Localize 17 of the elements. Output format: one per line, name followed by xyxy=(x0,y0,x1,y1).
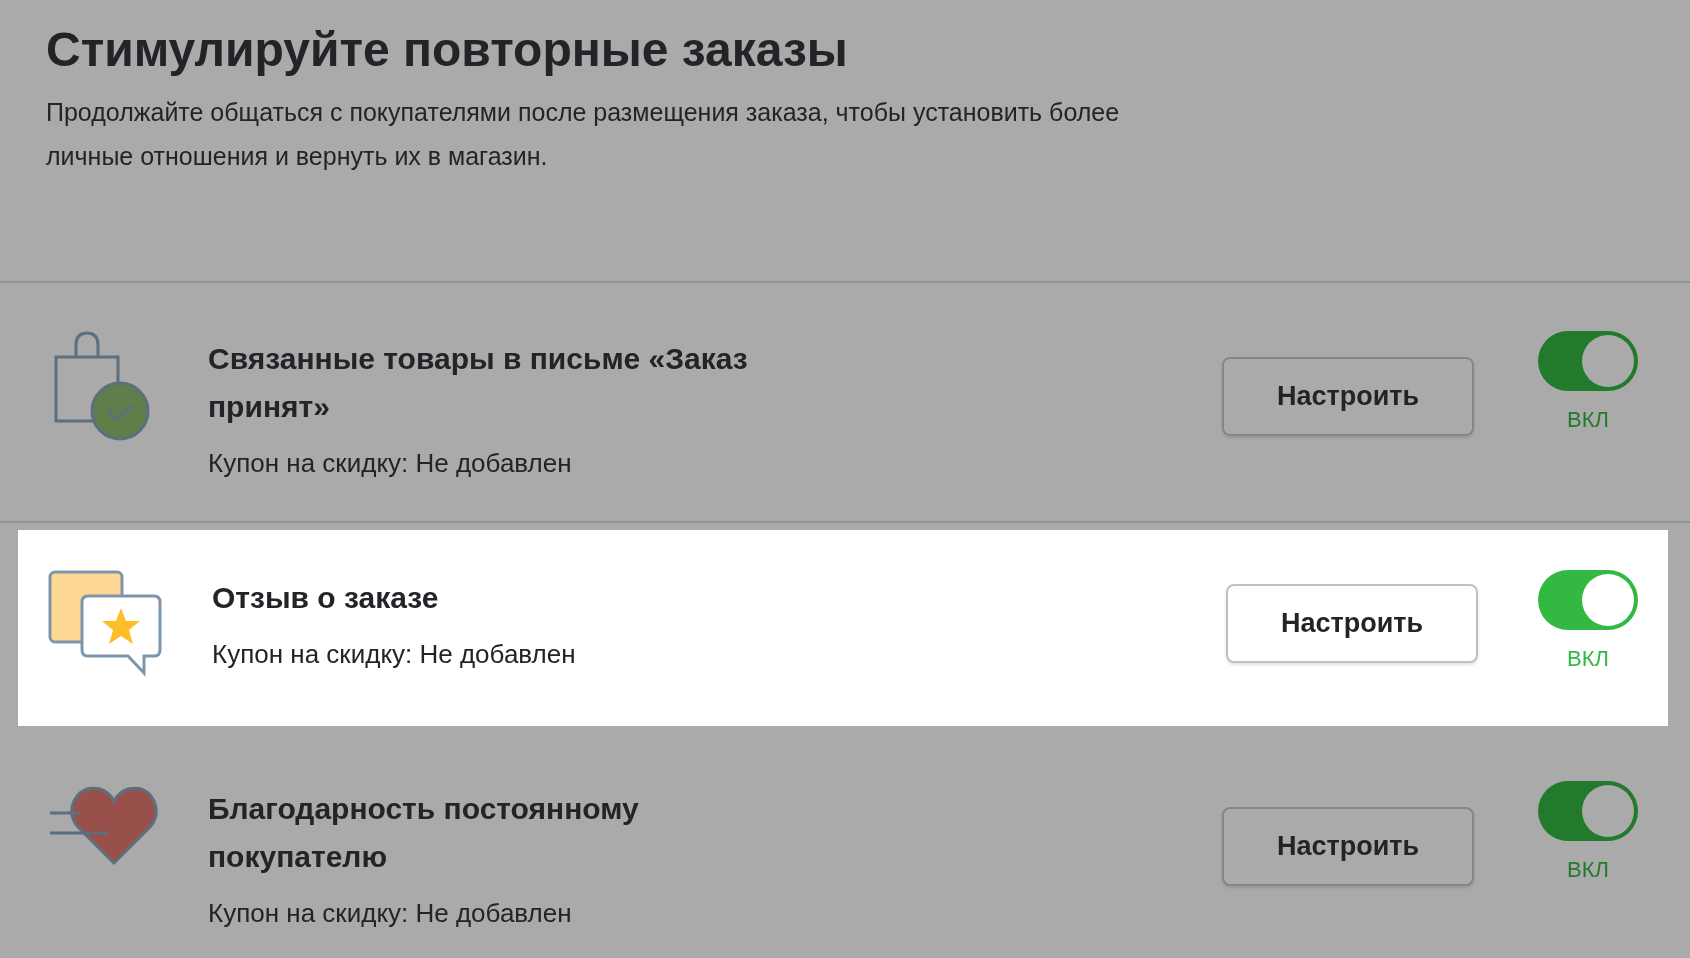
toggle-switch[interactable] xyxy=(1538,331,1638,391)
item-title: Благодарность постоянному покупателю xyxy=(208,791,640,875)
toggle-label: ВКЛ xyxy=(1567,646,1609,672)
toggle-label: ВКЛ xyxy=(1567,857,1609,883)
item-title: Отзыв о заказе xyxy=(212,580,440,616)
configure-button[interactable]: Настроить xyxy=(1222,357,1474,436)
page-description: Продолжайте общаться с покупателями после размещения заказа, чтобы установить более личные отношения и вернуть их в магазин. xyxy=(46,97,1121,172)
toggle-switch[interactable] xyxy=(1538,781,1638,841)
toggle-label: ВКЛ xyxy=(1567,407,1609,433)
coupon-status: Купон на скидку: Не добавлен xyxy=(208,447,573,480)
item-title: Связанные товары в письме «Заказ принят» xyxy=(208,341,749,425)
configure-button[interactable]: Настроить xyxy=(1222,807,1474,886)
page-title: Стимулируйте повторные заказы xyxy=(46,22,849,78)
toggle-switch[interactable] xyxy=(1538,570,1638,630)
coupon-status: Купон на скидку: Не добавлен xyxy=(208,897,573,930)
coupon-status: Купон на скидку: Не добавлен xyxy=(212,638,577,671)
configure-button[interactable]: Настроить xyxy=(1226,584,1478,663)
